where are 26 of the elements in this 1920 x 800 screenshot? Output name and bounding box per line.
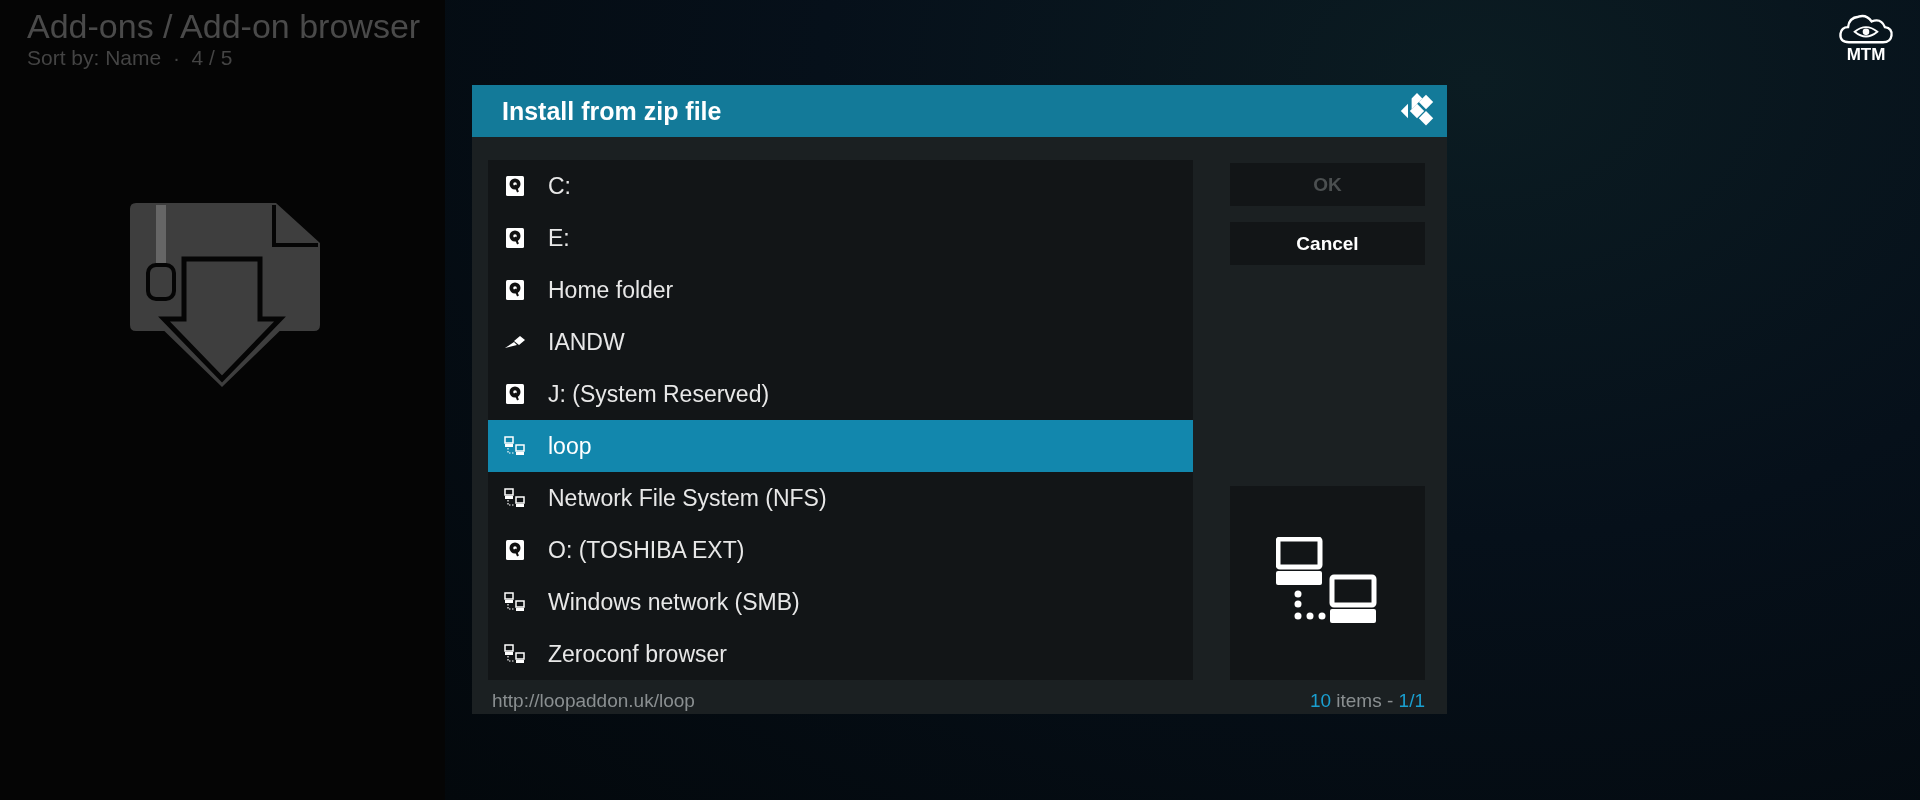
dialog-button[interactable]: Cancel (1230, 222, 1425, 265)
network-icon (504, 592, 526, 612)
hard-drive-icon (504, 279, 526, 301)
source-item[interactable]: IANDW (488, 316, 1193, 368)
network-icon (504, 644, 526, 664)
item-count: 10 items - 1/1 (1309, 690, 1425, 712)
source-path: http://loopaddon.uk/loop (492, 690, 695, 712)
source-item[interactable]: Network File System (NFS) (488, 472, 1193, 524)
page-title: Add-ons / Add-on browser (27, 6, 422, 46)
source-item[interactable]: Windows network (SMB) (488, 576, 1193, 628)
source-item[interactable]: J: (System Reserved) (488, 368, 1193, 420)
usb-icon (504, 335, 526, 349)
source-item[interactable]: E: (488, 212, 1193, 264)
sort-info: Sort by: Name · 4 / 5 (27, 46, 234, 70)
network-icon (504, 436, 526, 456)
hard-drive-icon (504, 539, 526, 561)
source-item[interactable]: O: (TOSHIBA EXT) (488, 524, 1193, 576)
source-item[interactable]: C: (488, 160, 1193, 212)
source-item[interactable]: loop (488, 420, 1193, 472)
hard-drive-icon (504, 227, 526, 249)
dialog-title: Install from zip file (502, 96, 722, 126)
hard-drive-icon (504, 175, 526, 197)
network-icon (504, 488, 526, 508)
source-item[interactable]: Zeroconf browser (488, 628, 1193, 680)
source-item[interactable]: Home folder (488, 264, 1193, 316)
hard-drive-icon (504, 383, 526, 405)
